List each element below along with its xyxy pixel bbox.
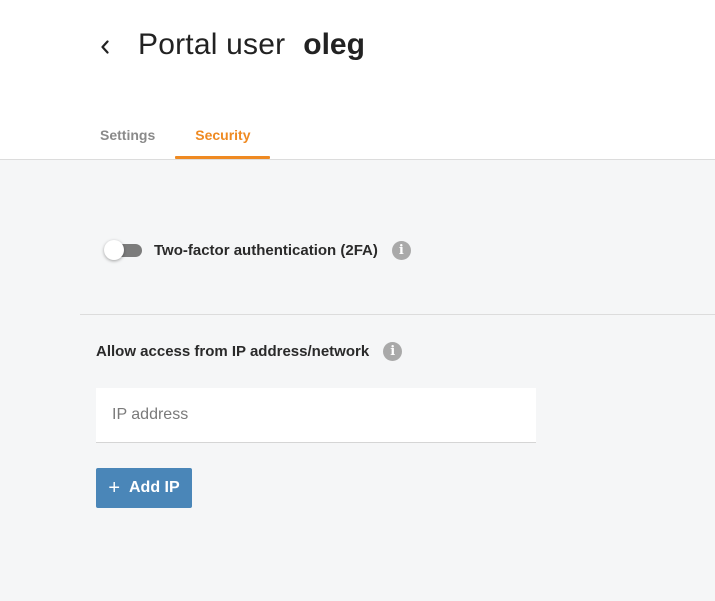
add-ip-label: Add IP	[129, 479, 180, 496]
page-title-username: oleg	[303, 28, 365, 61]
chevron-left-icon	[101, 40, 109, 54]
section-divider	[80, 314, 715, 315]
ip-address-input[interactable]	[96, 388, 536, 442]
ip-access-info-icon[interactable]: i	[383, 341, 403, 361]
page-title: Portal user oleg	[138, 28, 365, 68]
page-title-prefix: Portal user	[138, 28, 286, 61]
two-factor-toggle[interactable]	[104, 240, 142, 260]
toggle-knob	[104, 240, 124, 260]
tab-bar: Settings Security	[80, 118, 271, 159]
two-factor-row: Two-factor authentication (2FA) i	[104, 238, 411, 262]
page-header: Portal user oleg Settings Security	[0, 0, 715, 160]
ip-address-field	[96, 388, 536, 443]
ip-access-heading: Allow access from IP address/network	[96, 342, 370, 360]
ip-access-heading-row: Allow access from IP address/network i	[96, 340, 403, 362]
tab-security[interactable]: Security	[175, 118, 271, 159]
plus-icon: +	[108, 477, 120, 499]
back-button[interactable]	[94, 34, 116, 60]
tab-settings[interactable]: Settings	[80, 118, 175, 159]
two-factor-info-icon[interactable]: i	[391, 240, 411, 260]
security-panel: Two-factor authentication (2FA) i Allow …	[0, 160, 715, 601]
two-factor-label: Two-factor authentication (2FA)	[154, 241, 378, 259]
portal-user-page: Portal user oleg Settings Security Two-f…	[0, 0, 715, 601]
add-ip-button[interactable]: + Add IP	[96, 468, 192, 508]
